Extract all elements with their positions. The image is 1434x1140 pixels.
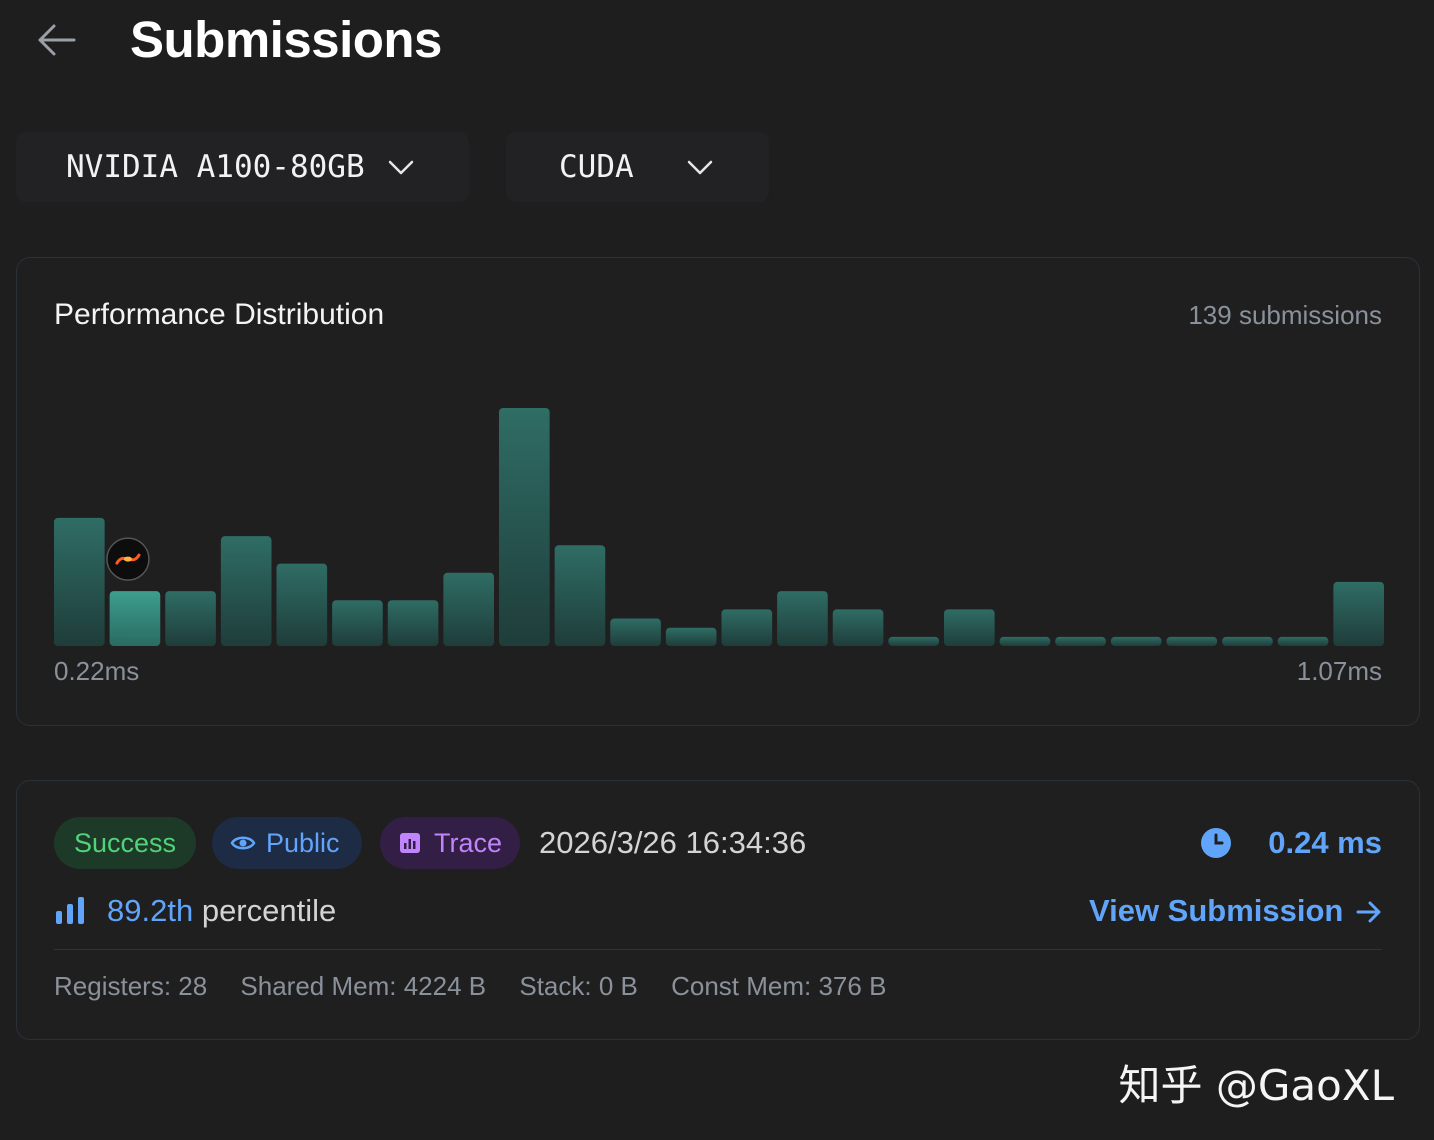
histogram-bar[interactable]: [888, 636, 939, 646]
clock-icon: [1201, 828, 1231, 858]
histogram-bar[interactable]: [777, 591, 828, 646]
page-title: Submissions: [130, 11, 442, 68]
const-mem-stat: Const Mem: 376 B: [671, 971, 887, 1001]
watermark: 知乎 @GaoXL: [1118, 1061, 1394, 1110]
histogram-bar[interactable]: [1333, 581, 1384, 646]
histogram-bar[interactable]: [1277, 636, 1329, 646]
histogram-bar[interactable]: [220, 536, 272, 646]
arrow-right-icon: [1356, 901, 1381, 923]
status-badge-label: Success: [73, 827, 177, 858]
runtime-value: 0.24 ms: [1268, 825, 1382, 860]
histogram-bar[interactable]: [665, 627, 717, 646]
histogram-bar[interactable]: [721, 609, 773, 646]
language-select-value: CUDA: [559, 149, 634, 185]
trace-badge[interactable]: Trace: [380, 817, 520, 869]
percentile-suffix: percentile: [201, 893, 337, 928]
distribution-chart: [54, 408, 1384, 646]
histogram-bar[interactable]: [1166, 636, 1218, 646]
histogram-bar[interactable]: [610, 618, 661, 646]
eye-icon: [230, 836, 256, 850]
distribution-title: Performance Distribution: [54, 298, 385, 331]
stack-stat: Stack: 0 B: [519, 971, 638, 1001]
top-bar: Submissions: [0, 0, 1434, 90]
back-arrow-icon[interactable]: [34, 20, 78, 60]
shared-mem-stat: Shared Mem: 4224 B: [240, 971, 487, 1001]
chart-icon: [400, 833, 420, 853]
resource-stats: Registers: 28 Shared Mem: 4224 B Stack: …: [54, 971, 912, 1002]
histogram-bar[interactable]: [54, 517, 105, 646]
x-axis-max-label: 1.07ms: [1296, 656, 1382, 686]
percentile-value: 89.2th: [107, 893, 194, 928]
histogram-bar[interactable]: [1222, 636, 1273, 646]
histogram-bar[interactable]: [443, 572, 494, 646]
submission-card: Success Public Trace 2026/3/26 16:34:36 …: [16, 780, 1420, 1040]
submission-datetime: 2026/3/26 16:34:36: [539, 825, 807, 860]
histogram-bar[interactable]: [554, 545, 606, 646]
visibility-badge-label: Public: [266, 827, 340, 858]
histogram-bar[interactable]: [944, 609, 995, 646]
percentile-text: 89.2th percentile: [107, 893, 336, 929]
current-submission-marker: [106, 537, 150, 581]
gpu-select[interactable]: NVIDIA A100-80GB: [16, 132, 469, 202]
submission-count: 139 submissions: [1188, 300, 1382, 330]
histogram-bar[interactable]: [499, 408, 550, 646]
bar-chart-icon: [56, 897, 84, 924]
histogram-bar[interactable]: [332, 600, 383, 646]
histogram-bar[interactable]: [1055, 636, 1106, 646]
x-axis-min-label: 0.22ms: [54, 656, 140, 686]
view-submission-label: View Submission: [1088, 893, 1344, 928]
histogram-bar[interactable]: [1110, 636, 1162, 646]
gpu-select-value: NVIDIA A100-80GB: [66, 149, 365, 185]
histogram-bar[interactable]: [387, 600, 439, 646]
view-submission-link[interactable]: View Submission: [1089, 893, 1382, 929]
histogram-bar-current[interactable]: [109, 591, 161, 646]
performance-distribution-card: Performance Distribution 139 submissions…: [16, 257, 1420, 726]
chevron-down-icon: [388, 160, 414, 175]
registers-stat: Registers: 28: [54, 971, 208, 1001]
histogram-bar[interactable]: [276, 563, 328, 646]
histogram-bar[interactable]: [165, 591, 216, 646]
status-badge: Success: [54, 817, 196, 869]
histogram-bar[interactable]: [999, 636, 1051, 646]
visibility-badge[interactable]: Public: [212, 817, 362, 869]
chevron-down-icon: [687, 160, 713, 175]
trace-badge-label: Trace: [434, 827, 503, 858]
divider: [54, 949, 1382, 950]
histogram-bar[interactable]: [832, 609, 884, 646]
language-select[interactable]: CUDA: [506, 132, 769, 202]
